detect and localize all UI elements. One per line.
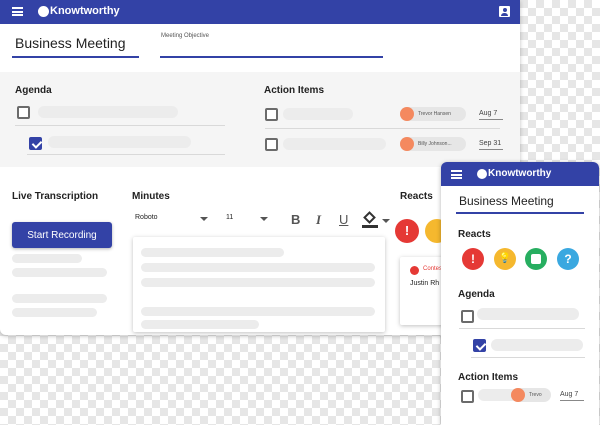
font-size-select[interactable]: 11	[226, 214, 270, 228]
mobile-agenda-checkbox-2[interactable]	[473, 339, 486, 352]
minutes-line	[141, 307, 375, 316]
mobile-agenda-item-1[interactable]	[477, 308, 579, 320]
agenda-item-2[interactable]	[48, 136, 191, 148]
transcript-line	[12, 254, 82, 263]
action-item-text-2[interactable]	[283, 138, 386, 150]
exclamation-icon: !	[471, 252, 475, 266]
react-card-name: Justin Rh	[410, 280, 440, 287]
exclamation-react-button[interactable]: !	[395, 219, 419, 243]
logo-icon	[477, 169, 487, 179]
exclamation-react-button[interactable]: !	[462, 248, 484, 270]
agenda-checkbox-1[interactable]	[17, 106, 30, 119]
meeting-title-input[interactable]: Business Meeting	[15, 35, 126, 51]
minutes-heading: Minutes	[132, 191, 170, 202]
underline-button[interactable]: U	[339, 212, 348, 227]
fill-color-icon[interactable]	[362, 211, 378, 228]
chevron-down-icon	[260, 217, 268, 221]
plus-react-button[interactable]	[525, 248, 547, 270]
app-name: Knowtworthy	[50, 5, 120, 17]
agenda-checkbox-2[interactable]	[29, 137, 42, 150]
hamburger-menu-icon[interactable]	[451, 170, 462, 179]
font-select[interactable]: Roboto	[135, 214, 210, 228]
bold-button[interactable]: B	[291, 212, 300, 227]
due-date-1[interactable]: Aug 7	[479, 110, 503, 120]
assignee-chip-1[interactable]: Trevor Hansen	[400, 107, 466, 121]
plus-box-icon	[531, 254, 541, 264]
italic-button[interactable]: I	[316, 212, 321, 228]
mobile-reacts-heading: Reacts	[458, 229, 491, 240]
transcript-line	[12, 308, 97, 317]
reacts-heading: Reacts	[400, 191, 433, 202]
mobile-assignee-chip[interactable]: Trevo	[511, 388, 551, 402]
app-header: Knowtworthy	[0, 0, 520, 24]
agenda-heading: Agenda	[15, 85, 52, 96]
mobile-action-items-heading: Action Items	[458, 372, 519, 383]
minutes-line	[141, 263, 375, 272]
logo-icon	[38, 6, 49, 17]
mobile-window: Knowtworthy Business Meeting Reacts ! 💡 …	[441, 162, 599, 425]
exclamation-icon: !	[404, 223, 410, 238]
agenda-item-1[interactable]	[38, 106, 178, 118]
avatar	[400, 107, 414, 121]
assignee-chip-2[interactable]: Billy Johnson...	[400, 137, 466, 151]
live-transcription-heading: Live Transcription	[12, 191, 99, 202]
meeting-objective-label: Meeting Objective	[161, 33, 210, 39]
avatar	[511, 388, 525, 402]
chevron-down-icon[interactable]	[382, 219, 390, 223]
minutes-line	[141, 278, 375, 287]
mobile-agenda-item-2[interactable]	[491, 339, 583, 351]
start-recording-button[interactable]: Start Recording	[12, 222, 112, 248]
account-icon[interactable]	[499, 6, 510, 17]
action-item-checkbox-2[interactable]	[265, 138, 278, 151]
mobile-title-underline	[456, 212, 584, 214]
lightbulb-react-button[interactable]: 💡	[494, 248, 516, 270]
avatar	[400, 137, 414, 151]
mobile-due-date[interactable]: Aug 7	[560, 391, 584, 401]
mobile-action-checkbox-1[interactable]	[461, 390, 474, 403]
minutes-line	[141, 320, 259, 329]
question-react-button[interactable]: ?	[557, 248, 579, 270]
alert-icon	[410, 266, 419, 275]
meeting-objective-input[interactable]	[160, 56, 383, 58]
action-item-text-1[interactable]	[283, 108, 353, 120]
mobile-app-name: Knowtworthy	[488, 168, 552, 179]
hamburger-menu-icon[interactable]	[12, 7, 23, 16]
transcript-line	[12, 294, 107, 303]
react-card-tag: Contes	[423, 266, 443, 272]
action-items-heading: Action Items	[264, 85, 325, 96]
mobile-header: Knowtworthy	[441, 162, 599, 186]
lightbulb-icon: 💡	[498, 253, 512, 264]
minutes-line	[141, 248, 284, 257]
action-item-checkbox-1[interactable]	[265, 108, 278, 121]
mobile-agenda-checkbox-1[interactable]	[461, 310, 474, 323]
transcript-line	[12, 268, 107, 277]
chevron-down-icon	[200, 217, 208, 221]
mobile-meeting-title[interactable]: Business Meeting	[459, 194, 554, 208]
due-date-2[interactable]: Sep 31	[479, 140, 503, 150]
question-icon: ?	[564, 252, 572, 266]
meeting-title-underline	[12, 56, 139, 58]
mobile-agenda-heading: Agenda	[458, 289, 495, 300]
